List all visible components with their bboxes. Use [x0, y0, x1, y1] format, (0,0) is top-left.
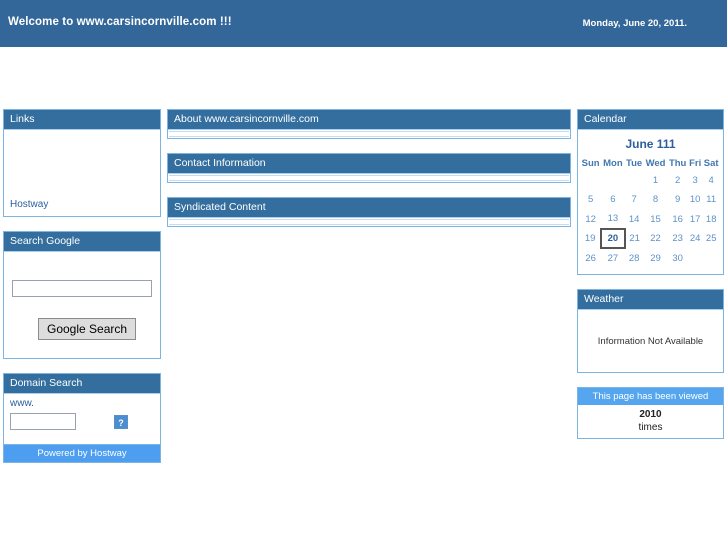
- page-counter-body: 2010 times: [578, 405, 723, 438]
- calendar-day-header: Mon: [603, 158, 623, 169]
- calendar-empty-cell: [702, 248, 720, 268]
- calendar-day-cell[interactable]: 9: [667, 190, 688, 209]
- links-panel-body: Hostway: [4, 130, 160, 216]
- calendar-day-header: Wed: [645, 158, 666, 169]
- calendar-day-header: Thu: [668, 158, 687, 169]
- calendar-day-cell[interactable]: 28: [625, 248, 644, 268]
- domain-search-panel-title: Domain Search: [4, 374, 160, 394]
- syndicated-content-panel-body: [169, 219, 569, 225]
- page-content: Links Hostway Search Google Google Searc…: [0, 47, 727, 463]
- calendar-panel-body: June 111 Sun Mon Tue Wed Thu Fri Sat 123456789…: [578, 130, 723, 274]
- page-counter-unit: times: [638, 422, 663, 433]
- calendar-day-cell[interactable]: 30: [667, 248, 688, 268]
- calendar-day-cell[interactable]: 25: [702, 229, 720, 248]
- calendar-day-cell[interactable]: 21: [625, 229, 644, 248]
- calendar-week-row: 5 6 7 8 9 10 11: [580, 190, 720, 209]
- banner-date: Monday, June 20, 2011.: [582, 18, 687, 29]
- calendar-day-cell[interactable]: 18: [702, 209, 720, 229]
- calendar-day-cell[interactable]: 15: [644, 209, 668, 229]
- calendar-day-cell[interactable]: 6: [601, 190, 624, 209]
- domain-prefix-label: www.: [10, 398, 34, 409]
- calendar-day-cell[interactable]: 22: [644, 229, 668, 248]
- calendar-day-header: Fri: [689, 158, 702, 169]
- domain-search-panel: Domain Search www. ? Powered by Hostway: [3, 373, 161, 463]
- calendar-day-cell[interactable]: 7: [625, 190, 644, 209]
- page-counter-value: 2010: [639, 409, 662, 420]
- links-panel-title: Links: [4, 110, 160, 130]
- calendar-day-cell[interactable]: 14: [625, 209, 644, 229]
- calendar-week-row: 19 20 21 22 23 24 25: [580, 228, 720, 249]
- syndicated-content-panel: Syndicated Content: [167, 197, 571, 227]
- calendar-day-cell[interactable]: 5: [580, 190, 601, 209]
- calendar-month-title: June 111: [625, 137, 676, 151]
- weather-message: Information Not Available: [597, 336, 704, 347]
- calendar-day-cell[interactable]: 29: [644, 248, 668, 268]
- calendar-day-cell[interactable]: 8: [644, 190, 668, 209]
- site-banner: Welcome to www.carsincornville.com !!! M…: [0, 0, 727, 47]
- calendar-empty-cell: [580, 171, 601, 190]
- calendar-day-cell[interactable]: 3: [688, 171, 702, 190]
- weather-panel-title: Weather: [578, 290, 723, 310]
- calendar-panel-title: Calendar: [578, 110, 723, 130]
- calendar-day-cell[interactable]: 16: [667, 209, 688, 229]
- calendar-panel: Calendar June 111 Sun Mon Tue Wed Thu Fri Sat …: [577, 109, 724, 275]
- calendar-day-header: Tue: [626, 158, 643, 169]
- weather-panel: Weather Information Not Available: [577, 289, 724, 373]
- syndicated-content-panel-title: Syndicated Content: [168, 198, 570, 218]
- google-search-button[interactable]: Google Search: [38, 318, 137, 340]
- calendar-grid: Sun Mon Tue Wed Thu Fri Sat 1 2 3 4 5 6 7 8 9 10 11 12 13 1…: [580, 156, 721, 268]
- calendar-today-cell[interactable]: 20: [600, 228, 626, 249]
- calendar-day-cell[interactable]: 13: [601, 209, 624, 229]
- calendar-day-cell[interactable]: 11: [702, 190, 720, 209]
- calendar-empty-cell: [688, 248, 702, 268]
- links-panel: Links Hostway: [3, 109, 161, 217]
- domain-search-input[interactable]: [10, 413, 76, 430]
- calendar-day-cell[interactable]: 1: [644, 171, 668, 190]
- about-panel-title: About www.carsincornville.com: [168, 110, 570, 130]
- page-counter-title: This page has been viewed: [578, 388, 723, 405]
- page-counter-panel: This page has been viewed 2010 times: [577, 387, 724, 439]
- calendar-week-row: 12 13 14 15 16 17 18: [580, 209, 720, 229]
- google-search-input[interactable]: [12, 280, 152, 297]
- calendar-day-cell[interactable]: 12: [580, 209, 601, 229]
- calendar-day-header: Sat: [703, 158, 719, 169]
- calendar-week-row: 1234: [580, 171, 720, 190]
- calendar-empty-cell: [625, 171, 644, 190]
- weather-panel-body: Information Not Available: [578, 310, 723, 372]
- calendar-day-cell[interactable]: 17: [688, 209, 702, 229]
- center-column: About www.carsincornville.com Contact In…: [167, 109, 571, 241]
- calendar-day-cell[interactable]: 23: [667, 229, 688, 248]
- calendar-day-header: Sun: [581, 158, 600, 169]
- right-column: Calendar June 111 Sun Mon Tue Wed Thu Fri Sat …: [577, 109, 724, 453]
- contact-information-panel: Contact Information: [167, 153, 571, 183]
- calendar-day-cell[interactable]: 27: [601, 248, 624, 268]
- search-google-panel-title: Search Google: [4, 232, 160, 252]
- broken-image-icon[interactable]: ?: [114, 415, 128, 429]
- about-panel: About www.carsincornville.com: [167, 109, 571, 139]
- calendar-header-row: Sun Mon Tue Wed Thu Fri Sat: [580, 156, 720, 171]
- calendar-day-cell[interactable]: 2: [667, 171, 688, 190]
- hostway-link[interactable]: Hostway: [10, 199, 48, 210]
- search-google-panel-body: Google Search: [4, 252, 160, 358]
- calendar-day-cell[interactable]: 19: [580, 229, 601, 248]
- contact-information-panel-body: [169, 175, 569, 181]
- calendar-empty-cell: [601, 171, 624, 190]
- calendar-day-cell[interactable]: 24: [688, 229, 702, 248]
- calendar-week-row: 26 27 28 29 30: [580, 248, 720, 268]
- domain-search-panel-body: www. ?: [4, 394, 160, 444]
- about-panel-body: [169, 131, 569, 137]
- powered-by-hostway-label: Powered by Hostway: [4, 444, 160, 462]
- calendar-day-cell[interactable]: 4: [702, 171, 720, 190]
- left-column: Links Hostway Search Google Google Searc…: [3, 109, 161, 477]
- banner-title: Welcome to www.carsincornville.com !!!: [8, 16, 232, 28]
- search-google-panel: Search Google Google Search: [3, 231, 161, 359]
- calendar-day-cell[interactable]: 26: [580, 248, 601, 268]
- calendar-weeks: 1 2 3 4 5 6 7 8 9 10 11 12 13 14 15 16 17 18 19 20 21 22 23 24 2…: [580, 171, 720, 268]
- calendar-day-cell[interactable]: 10: [688, 190, 702, 209]
- contact-information-panel-title: Contact Information: [168, 154, 570, 174]
